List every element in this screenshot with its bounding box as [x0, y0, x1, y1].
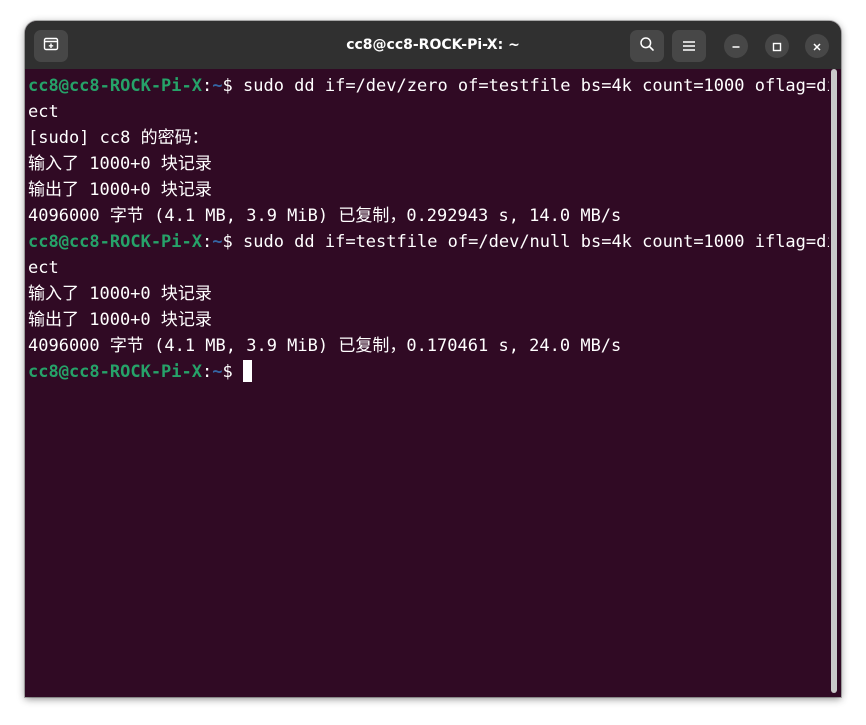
terminal-line: 4096000 字节 (4.1 MB, 3.9 MiB) 已复制，0.29294…: [28, 206, 622, 226]
prompt-user-host: cc8@cc8-ROCK-Pi-X: [28, 76, 202, 96]
title-bar: cc8@cc8-ROCK-Pi-X: ~: [25, 21, 841, 69]
minimize-icon: [731, 37, 741, 56]
terminal-line: ect: [28, 102, 59, 122]
prompt-colon: :: [202, 362, 213, 382]
prompt-colon: :: [202, 76, 213, 96]
scrollbar[interactable]: [831, 69, 837, 693]
terminal-line: cc8@cc8-ROCK-Pi-X:~$: [28, 359, 252, 385]
command-text: sudo dd if=/dev/zero of=testfile bs=4k c…: [242, 76, 829, 96]
menu-button[interactable]: [672, 30, 706, 62]
search-button[interactable]: [630, 30, 664, 62]
terminal-line: 输出了 1000+0 块记录: [28, 310, 212, 330]
maximize-button[interactable]: [765, 34, 789, 58]
command-text: sudo dd if=testfile of=/dev/null bs=4k c…: [242, 232, 829, 252]
terminal-window: cc8@cc8-ROCK-Pi-X: ~ cc8@cc8-ROCK-Pi-X:~…: [25, 21, 841, 697]
new-tab-button[interactable]: [34, 30, 68, 62]
terminal-line: 输入了 1000+0 块记录: [28, 154, 212, 174]
hamburger-menu-icon: [682, 37, 696, 56]
new-tab-icon: [43, 36, 59, 56]
terminal-line: cc8@cc8-ROCK-Pi-X:~$ sudo dd if=/dev/zer…: [28, 73, 829, 99]
prompt-user-host: cc8@cc8-ROCK-Pi-X: [28, 362, 202, 382]
search-icon: [639, 36, 655, 56]
close-button[interactable]: [805, 34, 829, 58]
close-icon: [812, 37, 822, 56]
terminal-line: 4096000 字节 (4.1 MB, 3.9 MiB) 已复制，0.17046…: [28, 336, 622, 356]
text-cursor: [242, 359, 252, 382]
prompt-colon: :: [202, 232, 213, 252]
minimize-button[interactable]: [724, 34, 748, 58]
scrollbar-thumb[interactable]: [831, 69, 837, 693]
prompt-user-host: cc8@cc8-ROCK-Pi-X: [28, 232, 202, 252]
prompt-dollar: $: [222, 362, 243, 382]
prompt-dollar: $: [222, 232, 243, 252]
maximize-icon: [772, 37, 782, 56]
terminal-line: 输出了 1000+0 块记录: [28, 180, 212, 200]
terminal-line: ect: [28, 258, 59, 278]
prompt-path: ~: [212, 76, 223, 96]
window-title: cc8@cc8-ROCK-Pi-X: ~: [346, 37, 520, 53]
terminal-line: [sudo] cc8 的密码：: [28, 128, 209, 148]
prompt-path: ~: [212, 362, 223, 382]
terminal-output[interactable]: cc8@cc8-ROCK-Pi-X:~$ sudo dd if=/dev/zer…: [25, 69, 829, 697]
prompt-path: ~: [212, 232, 223, 252]
terminal-line: 输入了 1000+0 块记录: [28, 284, 212, 304]
terminal-line: cc8@cc8-ROCK-Pi-X:~$ sudo dd if=testfile…: [28, 229, 829, 255]
prompt-dollar: $: [222, 76, 243, 96]
